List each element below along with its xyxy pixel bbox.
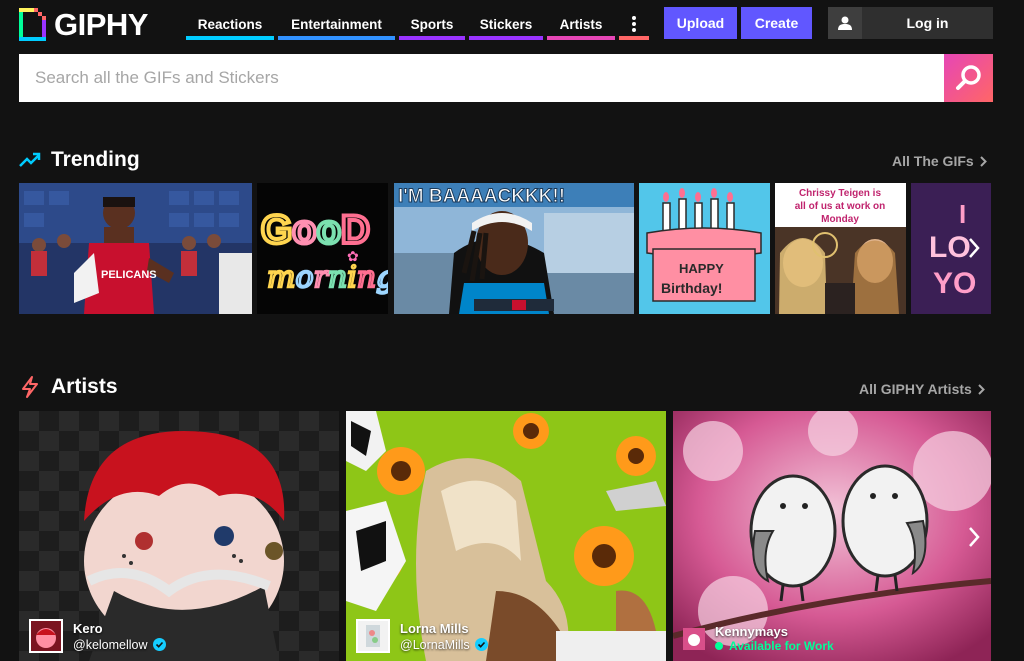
all-artists-link[interactable]: All GIPHY Artists xyxy=(859,381,985,397)
svg-text:Monday: Monday xyxy=(821,214,859,225)
status-dot-icon xyxy=(715,642,723,650)
availability-status: Available for Work xyxy=(715,639,834,653)
main-nav: Reactions Entertainment Sports Stickers … xyxy=(186,8,653,40)
create-button[interactable]: Create xyxy=(741,7,812,39)
upload-button[interactable]: Upload xyxy=(664,7,737,39)
chevron-right-icon xyxy=(969,238,980,258)
all-gifs-link[interactable]: All The GIFs xyxy=(892,153,987,169)
nav-stickers[interactable]: Stickers xyxy=(469,8,543,40)
chevron-right-icon xyxy=(979,155,987,167)
artist-name: Kero xyxy=(73,620,103,636)
artist-card-kennymays[interactable]: Kennymays Available for Work xyxy=(673,411,991,661)
giphy-logo[interactable]: GIPHY xyxy=(19,8,148,41)
nav-artists[interactable]: Artists xyxy=(547,8,615,40)
trending-title: Trending xyxy=(51,148,140,171)
svg-text:all of us at work on: all of us at work on xyxy=(795,201,886,212)
all-artists-label: All GIPHY Artists xyxy=(859,381,972,397)
nav-entertainment[interactable]: Entertainment xyxy=(278,8,395,40)
gif-good-morning[interactable]: GooD morning ✿ xyxy=(257,183,388,314)
search-button[interactable] xyxy=(944,54,993,102)
nav-reactions[interactable]: Reactions xyxy=(186,8,274,40)
artist-handle: @kelomellow xyxy=(73,637,148,652)
svg-text:I: I xyxy=(959,199,966,229)
trending-up-icon xyxy=(19,152,41,167)
artist-info-lorna-mills: Lorna Mills @LornaMills xyxy=(356,619,488,653)
avatar xyxy=(683,627,705,650)
artist-handle: @LornaMills xyxy=(400,637,470,652)
svg-text:✿: ✿ xyxy=(347,248,359,264)
artist-info-kero: Kero @kelomellow xyxy=(29,619,166,653)
svg-text:I'M BAAAACKKK!!: I'M BAAAACKKK!! xyxy=(398,186,565,207)
trending-next-button[interactable] xyxy=(962,228,986,268)
svg-text:GooD: GooD xyxy=(261,208,370,252)
header: GIPHY Reactions Entertainment Sports Sti… xyxy=(0,0,1024,50)
giphy-logo-text: GIPHY xyxy=(54,7,148,42)
chevron-right-icon xyxy=(969,527,980,547)
svg-text:YO: YO xyxy=(933,267,976,300)
availability-label: Available for Work xyxy=(729,639,834,653)
nav-more-button[interactable] xyxy=(619,8,649,40)
login-label: Log in xyxy=(906,15,949,31)
nav-sports[interactable]: Sports xyxy=(399,8,465,40)
verified-icon xyxy=(474,638,488,651)
svg-text:Birthday!: Birthday! xyxy=(661,280,722,296)
artists-title: Artists xyxy=(51,375,118,398)
search-icon xyxy=(955,65,981,90)
svg-text:morning: morning xyxy=(267,260,388,295)
artists-next-button[interactable] xyxy=(962,517,986,557)
svg-text:Chrissy Teigen is: Chrissy Teigen is xyxy=(799,188,882,199)
giphy-logo-icon xyxy=(19,8,46,41)
verified-icon xyxy=(152,638,166,651)
login-button[interactable]: Log in xyxy=(828,7,993,39)
lightning-icon xyxy=(22,376,38,398)
chevron-right-icon xyxy=(978,383,985,395)
artists-header: Artists xyxy=(19,375,118,399)
artist-info-kennymays: Kennymays Available for Work xyxy=(683,624,834,653)
search-bar xyxy=(19,54,993,102)
all-gifs-label: All The GIFs xyxy=(892,153,974,169)
artist-name: Lorna Mills xyxy=(400,620,469,636)
more-vertical-icon xyxy=(632,16,636,32)
gif-basketball-player[interactable]: PELICANS xyxy=(19,183,252,314)
svg-text:HAPPY: HAPPY xyxy=(679,261,724,276)
gif-im-back[interactable]: I'M BAAAACKKK!! xyxy=(394,183,634,314)
gif-happy-birthday[interactable]: HAPPY Birthday! xyxy=(639,183,770,314)
artist-card-kero[interactable]: Kero @kelomellow xyxy=(19,411,339,661)
artist-card-lorna-mills[interactable]: Lorna Mills @LornaMills xyxy=(346,411,666,661)
gif-chrissy-teigen[interactable]: Chrissy Teigen is all of us at work on M… xyxy=(775,183,906,314)
user-icon xyxy=(828,7,862,39)
svg-text:PELICANS: PELICANS xyxy=(101,269,157,281)
avatar xyxy=(356,619,390,653)
search-input[interactable] xyxy=(19,54,944,102)
avatar xyxy=(29,619,63,653)
trending-header: Trending xyxy=(19,148,140,172)
artist-name: Kennymays xyxy=(715,624,788,639)
